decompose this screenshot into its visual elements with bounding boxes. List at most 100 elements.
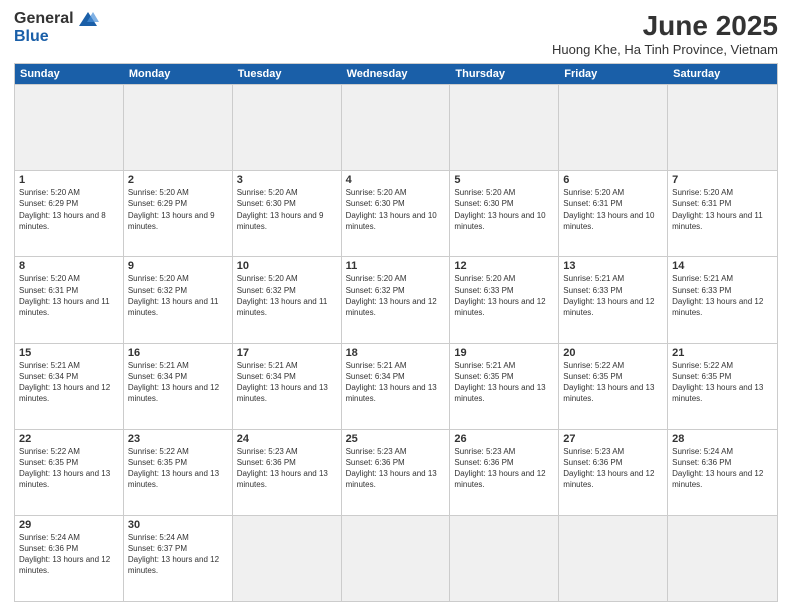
calendar-cell: 8Sunrise: 5:20 AMSunset: 6:31 PMDaylight… — [15, 257, 124, 342]
day-info: Sunrise: 5:22 AMSunset: 6:35 PMDaylight:… — [672, 360, 773, 405]
calendar-week-row: 1Sunrise: 5:20 AMSunset: 6:29 PMDaylight… — [15, 170, 777, 256]
calendar-header-row: SundayMondayTuesdayWednesdayThursdayFrid… — [15, 64, 777, 84]
day-info: Sunrise: 5:20 AMSunset: 6:30 PMDaylight:… — [346, 187, 446, 232]
day-info: Sunrise: 5:23 AMSunset: 6:36 PMDaylight:… — [237, 446, 337, 491]
calendar-header-cell: Friday — [559, 64, 668, 84]
day-info: Sunrise: 5:20 AMSunset: 6:30 PMDaylight:… — [454, 187, 554, 232]
calendar-cell: 6Sunrise: 5:20 AMSunset: 6:31 PMDaylight… — [559, 171, 668, 256]
calendar-cell — [124, 85, 233, 170]
day-info: Sunrise: 5:23 AMSunset: 6:36 PMDaylight:… — [563, 446, 663, 491]
calendar-header-cell: Monday — [124, 64, 233, 84]
calendar-cell — [559, 516, 668, 601]
day-number: 5 — [454, 174, 554, 186]
calendar-cell: 24Sunrise: 5:23 AMSunset: 6:36 PMDayligh… — [233, 430, 342, 515]
calendar-cell: 10Sunrise: 5:20 AMSunset: 6:32 PMDayligh… — [233, 257, 342, 342]
day-number: 6 — [563, 174, 663, 186]
calendar-cell — [559, 85, 668, 170]
day-info: Sunrise: 5:20 AMSunset: 6:33 PMDaylight:… — [454, 273, 554, 318]
calendar-cell: 22Sunrise: 5:22 AMSunset: 6:35 PMDayligh… — [15, 430, 124, 515]
day-number: 3 — [237, 174, 337, 186]
calendar-cell: 13Sunrise: 5:21 AMSunset: 6:33 PMDayligh… — [559, 257, 668, 342]
calendar-cell — [668, 516, 777, 601]
calendar-cell — [233, 85, 342, 170]
day-number: 10 — [237, 260, 337, 272]
day-number: 27 — [563, 433, 663, 445]
calendar-cell: 27Sunrise: 5:23 AMSunset: 6:36 PMDayligh… — [559, 430, 668, 515]
logo-icon — [77, 10, 99, 28]
day-number: 26 — [454, 433, 554, 445]
day-info: Sunrise: 5:21 AMSunset: 6:35 PMDaylight:… — [454, 360, 554, 405]
day-number: 13 — [563, 260, 663, 272]
calendar-cell: 20Sunrise: 5:22 AMSunset: 6:35 PMDayligh… — [559, 344, 668, 429]
day-number: 9 — [128, 260, 228, 272]
calendar-cell: 15Sunrise: 5:21 AMSunset: 6:34 PMDayligh… — [15, 344, 124, 429]
day-number: 14 — [672, 260, 773, 272]
calendar-body: 1Sunrise: 5:20 AMSunset: 6:29 PMDaylight… — [15, 84, 777, 601]
day-number: 1 — [19, 174, 119, 186]
calendar-cell — [342, 85, 451, 170]
day-number: 28 — [672, 433, 773, 445]
day-info: Sunrise: 5:20 AMSunset: 6:30 PMDaylight:… — [237, 187, 337, 232]
calendar-header-cell: Sunday — [15, 64, 124, 84]
day-info: Sunrise: 5:21 AMSunset: 6:33 PMDaylight:… — [563, 273, 663, 318]
day-info: Sunrise: 5:22 AMSunset: 6:35 PMDaylight:… — [128, 446, 228, 491]
day-info: Sunrise: 5:24 AMSunset: 6:36 PMDaylight:… — [672, 446, 773, 491]
day-number: 12 — [454, 260, 554, 272]
day-number: 25 — [346, 433, 446, 445]
day-info: Sunrise: 5:20 AMSunset: 6:31 PMDaylight:… — [19, 273, 119, 318]
day-number: 29 — [19, 519, 119, 531]
calendar-cell: 3Sunrise: 5:20 AMSunset: 6:30 PMDaylight… — [233, 171, 342, 256]
calendar-cell: 30Sunrise: 5:24 AMSunset: 6:37 PMDayligh… — [124, 516, 233, 601]
logo: General Blue — [14, 10, 99, 46]
calendar-header-cell: Wednesday — [342, 64, 451, 84]
calendar-cell: 9Sunrise: 5:20 AMSunset: 6:32 PMDaylight… — [124, 257, 233, 342]
calendar-cell — [342, 516, 451, 601]
day-info: Sunrise: 5:21 AMSunset: 6:34 PMDaylight:… — [19, 360, 119, 405]
calendar-week-row: 15Sunrise: 5:21 AMSunset: 6:34 PMDayligh… — [15, 343, 777, 429]
calendar-cell: 1Sunrise: 5:20 AMSunset: 6:29 PMDaylight… — [15, 171, 124, 256]
title-block: June 2025 Huong Khe, Ha Tinh Province, V… — [552, 10, 778, 57]
calendar-cell — [668, 85, 777, 170]
calendar-week-row: 29Sunrise: 5:24 AMSunset: 6:36 PMDayligh… — [15, 515, 777, 601]
calendar-cell: 23Sunrise: 5:22 AMSunset: 6:35 PMDayligh… — [124, 430, 233, 515]
calendar-cell: 7Sunrise: 5:20 AMSunset: 6:31 PMDaylight… — [668, 171, 777, 256]
location-text: Huong Khe, Ha Tinh Province, Vietnam — [552, 42, 778, 57]
day-info: Sunrise: 5:20 AMSunset: 6:31 PMDaylight:… — [672, 187, 773, 232]
day-info: Sunrise: 5:21 AMSunset: 6:34 PMDaylight:… — [346, 360, 446, 405]
day-number: 18 — [346, 347, 446, 359]
day-number: 21 — [672, 347, 773, 359]
day-info: Sunrise: 5:23 AMSunset: 6:36 PMDaylight:… — [454, 446, 554, 491]
calendar-cell: 21Sunrise: 5:22 AMSunset: 6:35 PMDayligh… — [668, 344, 777, 429]
calendar-cell — [450, 85, 559, 170]
day-number: 19 — [454, 347, 554, 359]
day-number: 2 — [128, 174, 228, 186]
calendar-cell: 29Sunrise: 5:24 AMSunset: 6:36 PMDayligh… — [15, 516, 124, 601]
day-number: 30 — [128, 519, 228, 531]
day-info: Sunrise: 5:20 AMSunset: 6:32 PMDaylight:… — [237, 273, 337, 318]
day-number: 7 — [672, 174, 773, 186]
day-number: 8 — [19, 260, 119, 272]
calendar-cell: 4Sunrise: 5:20 AMSunset: 6:30 PMDaylight… — [342, 171, 451, 256]
day-info: Sunrise: 5:20 AMSunset: 6:29 PMDaylight:… — [19, 187, 119, 232]
calendar-week-row: 8Sunrise: 5:20 AMSunset: 6:31 PMDaylight… — [15, 256, 777, 342]
calendar-cell — [15, 85, 124, 170]
calendar-header-cell: Thursday — [450, 64, 559, 84]
day-info: Sunrise: 5:24 AMSunset: 6:37 PMDaylight:… — [128, 532, 228, 577]
day-info: Sunrise: 5:20 AMSunset: 6:32 PMDaylight:… — [128, 273, 228, 318]
day-info: Sunrise: 5:22 AMSunset: 6:35 PMDaylight:… — [563, 360, 663, 405]
header: General Blue June 2025 Huong Khe, Ha Tin… — [14, 10, 778, 57]
day-info: Sunrise: 5:21 AMSunset: 6:34 PMDaylight:… — [237, 360, 337, 405]
calendar-cell: 16Sunrise: 5:21 AMSunset: 6:34 PMDayligh… — [124, 344, 233, 429]
calendar-cell — [233, 516, 342, 601]
day-number: 24 — [237, 433, 337, 445]
calendar-cell: 17Sunrise: 5:21 AMSunset: 6:34 PMDayligh… — [233, 344, 342, 429]
day-info: Sunrise: 5:20 AMSunset: 6:32 PMDaylight:… — [346, 273, 446, 318]
day-info: Sunrise: 5:20 AMSunset: 6:31 PMDaylight:… — [563, 187, 663, 232]
calendar-header-cell: Tuesday — [233, 64, 342, 84]
day-info: Sunrise: 5:21 AMSunset: 6:34 PMDaylight:… — [128, 360, 228, 405]
month-title: June 2025 — [552, 10, 778, 42]
day-info: Sunrise: 5:20 AMSunset: 6:29 PMDaylight:… — [128, 187, 228, 232]
day-number: 11 — [346, 260, 446, 272]
day-info: Sunrise: 5:22 AMSunset: 6:35 PMDaylight:… — [19, 446, 119, 491]
calendar-cell: 25Sunrise: 5:23 AMSunset: 6:36 PMDayligh… — [342, 430, 451, 515]
